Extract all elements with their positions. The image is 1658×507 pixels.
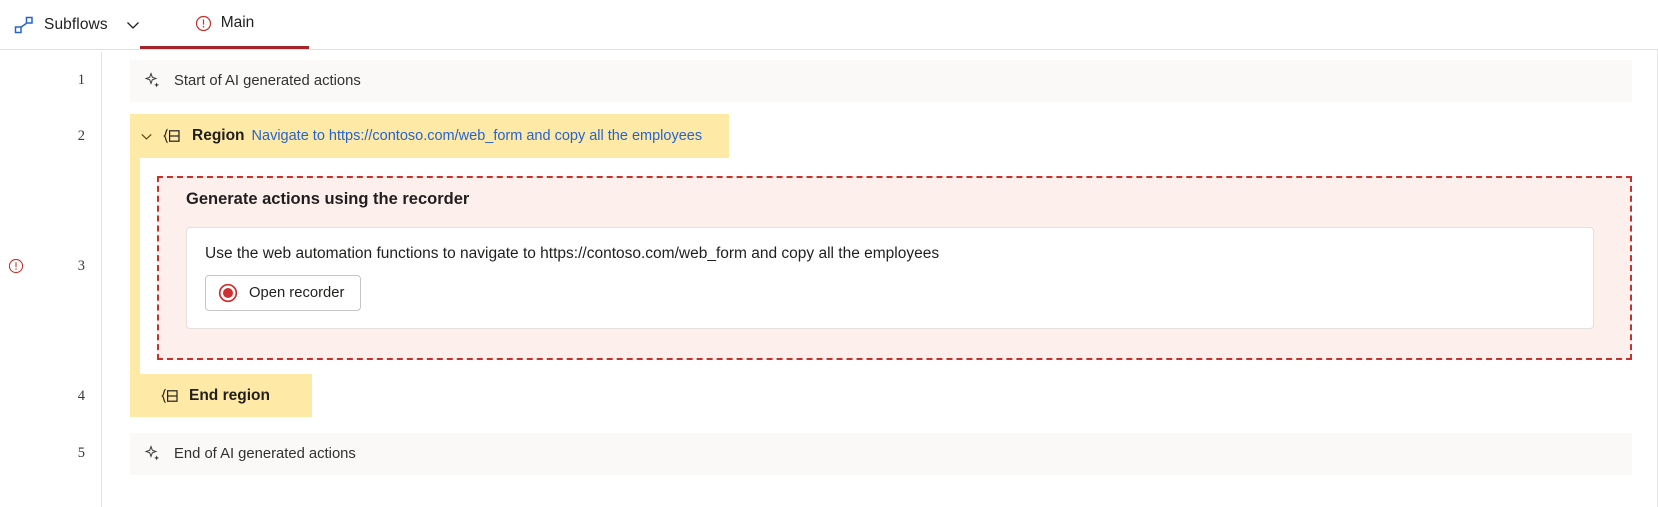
chevron-down-icon[interactable] [118,16,142,34]
top-toolbar: Subflows Main [0,0,1658,50]
recorder-card: Use the web automation functions to navi… [186,227,1594,329]
action-row-end-ai[interactable]: End of AI generated actions [130,433,1632,475]
row-label-start-ai: Start of AI generated actions [174,73,361,89]
recorder-heading: Generate actions using the recorder [186,190,470,208]
chevron-down-icon[interactable] [138,128,155,145]
gutter-divider [101,52,102,507]
subflow-icon [14,15,34,35]
open-recorder-label: Open recorder [249,285,345,301]
flow-designer-canvas: Subflows Main 1 2 3 4 5 Start of AI gene… [0,0,1658,507]
line-number-4: 4 [77,388,85,404]
region-icon [160,386,180,406]
action-row-start-ai[interactable]: Start of AI generated actions [130,60,1632,102]
end-region-title: End region [189,386,270,404]
line-number-2: 2 [77,128,85,144]
sparkle-icon [144,445,162,463]
region-connector-bar [130,158,140,374]
tab-main[interactable]: Main [140,0,309,49]
region-title: Region [192,127,245,144]
line-number-5: 5 [77,445,85,461]
error-circle-icon [195,15,212,32]
line-number-1: 1 [77,72,85,88]
action-row-end-region[interactable]: End region [130,374,312,417]
recorder-panel: Generate actions using the recorder Use … [157,176,1632,360]
row-label-end-ai: End of AI generated actions [174,446,356,462]
record-circle-icon [218,283,238,303]
subflows-label: Subflows [44,15,108,33]
region-description: Navigate to https://contoso.com/web_form… [251,128,703,144]
open-recorder-button[interactable]: Open recorder [205,275,362,311]
recorder-prompt-text: Use the web automation functions to navi… [205,245,940,262]
tab-main-label: Main [220,14,255,31]
line-number-3: 3 [77,258,85,274]
subflows-button[interactable]: Subflows [0,0,161,49]
action-row-region[interactable]: Region Navigate to https://contoso.com/w… [130,114,729,158]
sparkle-icon [144,72,162,90]
gutter-error-icon[interactable] [8,258,24,274]
region-icon [162,126,182,146]
